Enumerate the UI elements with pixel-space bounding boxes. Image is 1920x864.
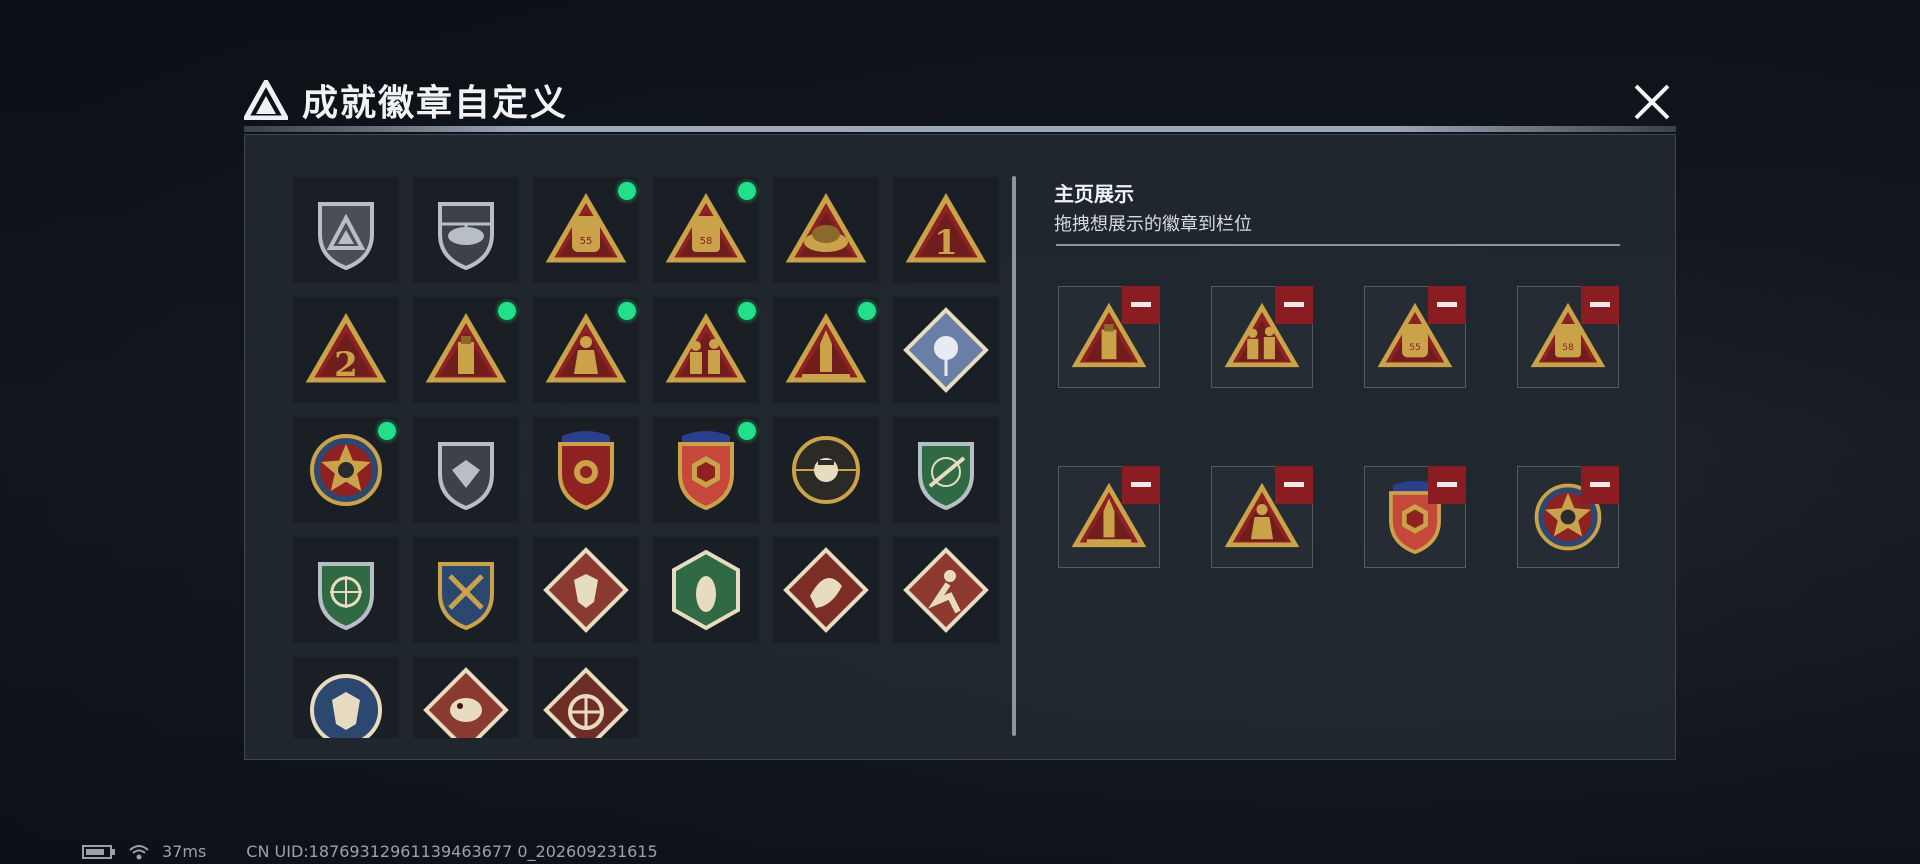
badge-cell[interactable] xyxy=(412,656,520,738)
badge-cell[interactable] xyxy=(292,536,400,644)
badge-cell[interactable] xyxy=(652,416,760,524)
rose-badge-icon xyxy=(903,307,989,393)
badge-cell[interactable] xyxy=(412,416,520,524)
badge-cell[interactable] xyxy=(892,416,1000,524)
badge-cell[interactable] xyxy=(892,296,1000,404)
minus-icon xyxy=(1284,482,1304,487)
badge-cell[interactable] xyxy=(892,536,1000,644)
bread-badge-icon xyxy=(785,193,867,263)
badge-cell[interactable]: 58 xyxy=(652,176,760,284)
showcase-slot[interactable] xyxy=(1211,466,1313,568)
badge-cell[interactable] xyxy=(652,296,760,404)
badge-cell[interactable] xyxy=(772,536,880,644)
new-badge-dot xyxy=(618,182,636,200)
close-icon[interactable] xyxy=(1626,76,1678,128)
badge-cell[interactable] xyxy=(412,536,520,644)
green-rifle-shield-badge-icon xyxy=(918,442,974,511)
showcase-slot[interactable] xyxy=(1058,286,1160,388)
svg-text:55: 55 xyxy=(1409,342,1421,353)
badge-cell[interactable] xyxy=(772,176,880,284)
showcase-slot[interactable] xyxy=(1211,286,1313,388)
new-badge-dot xyxy=(498,302,516,320)
badge-cell[interactable] xyxy=(772,416,880,524)
dialog-header: 成就徽章自定义 xyxy=(244,76,568,124)
svg-text:55: 55 xyxy=(580,236,593,247)
number-2-badge-icon: 2 xyxy=(305,313,387,385)
header-rule xyxy=(244,126,1676,132)
badge-cell[interactable]: 1 xyxy=(892,176,1000,284)
minus-icon xyxy=(1590,482,1610,487)
badge-grid: 55 58 1 2 xyxy=(292,176,1004,738)
wheel-badge-icon xyxy=(543,667,629,738)
svg-text:1: 1 xyxy=(934,223,958,263)
grid-scrollbar[interactable] xyxy=(1012,176,1016,736)
badge-cell[interactable] xyxy=(292,176,400,284)
badge-cell[interactable] xyxy=(532,416,640,524)
svg-text:58: 58 xyxy=(700,236,713,247)
remove-badge-button[interactable] xyxy=(1581,466,1619,504)
minus-icon xyxy=(1437,482,1457,487)
number-1-badge-icon: 1 xyxy=(905,193,987,263)
minus-icon xyxy=(1590,302,1610,307)
badge-cell[interactable] xyxy=(652,536,760,644)
remove-badge-button[interactable] xyxy=(1122,286,1160,324)
remove-badge-button[interactable] xyxy=(1581,286,1619,324)
lizard-badge-icon xyxy=(423,667,509,738)
badge-cell[interactable] xyxy=(412,296,520,404)
badge-cell[interactable] xyxy=(292,656,400,738)
svg-text:58: 58 xyxy=(1562,342,1574,353)
blue-wolf-badge-icon xyxy=(310,674,382,738)
runner-badge-icon xyxy=(903,547,989,633)
badge-cell[interactable] xyxy=(412,176,520,284)
new-badge-dot xyxy=(738,302,756,320)
badge-cell[interactable] xyxy=(532,656,640,738)
status-bar: 37ms CN UID:18769312961139463677 0_20260… xyxy=(82,842,658,861)
new-badge-dot xyxy=(618,302,636,320)
badge-cell[interactable] xyxy=(532,536,640,644)
battery-icon xyxy=(82,844,115,859)
showcase-title: 主页展示 xyxy=(1054,182,1134,206)
badge-cell[interactable]: 2 xyxy=(292,296,400,404)
uid-readout: CN UID:18769312961139463677 0_2026092316… xyxy=(246,842,658,861)
wasp-badge-icon xyxy=(672,549,740,631)
remove-badge-button[interactable] xyxy=(1428,286,1466,324)
new-badge-dot xyxy=(858,302,876,320)
minus-icon xyxy=(1284,302,1304,307)
showcase-slot[interactable]: 58 xyxy=(1517,286,1619,388)
new-badge-dot xyxy=(738,422,756,440)
new-badge-dot xyxy=(738,182,756,200)
remove-badge-button[interactable] xyxy=(1275,286,1313,324)
shield-logo-badge-icon xyxy=(318,202,374,271)
showcase-divider xyxy=(1056,244,1620,246)
badge-cell[interactable] xyxy=(532,296,640,404)
wifi-icon xyxy=(129,844,149,859)
minus-icon xyxy=(1131,482,1151,487)
remove-badge-button[interactable] xyxy=(1428,466,1466,504)
dragon-badge-icon xyxy=(783,547,869,633)
showcase-slot[interactable] xyxy=(1058,466,1160,568)
green-crosshair-shield-badge-icon xyxy=(318,562,374,631)
svg-text:2: 2 xyxy=(334,345,358,385)
showcase-subtitle: 拖拽想展示的徽章到栏位 xyxy=(1054,214,1252,235)
remove-badge-button[interactable] xyxy=(1275,466,1313,504)
gold-wing-shield-badge-icon xyxy=(558,431,614,511)
silver-shield-badge-icon xyxy=(438,442,494,511)
badge-cell[interactable] xyxy=(292,416,400,524)
badge-cell[interactable] xyxy=(772,296,880,404)
skull-crosshair-badge-icon xyxy=(792,436,860,504)
minus-icon xyxy=(1437,302,1457,307)
showcase-slot[interactable]: 55 xyxy=(1364,286,1466,388)
showcase-slot[interactable] xyxy=(1364,466,1466,568)
triangle-logo-icon xyxy=(244,80,288,120)
minus-icon xyxy=(1131,302,1151,307)
ping-readout: 37ms xyxy=(162,842,207,861)
dialog-title: 成就徽章自定义 xyxy=(302,83,569,124)
showcase-slot[interactable] xyxy=(1517,466,1619,568)
remove-badge-button[interactable] xyxy=(1122,466,1160,504)
crossed-swords-gold-badge-icon xyxy=(438,562,494,631)
wolf-badge-icon xyxy=(543,547,629,633)
badge-cell[interactable]: 55 xyxy=(532,176,640,284)
helicopter-badge-icon xyxy=(438,202,494,271)
new-badge-dot xyxy=(378,422,396,440)
